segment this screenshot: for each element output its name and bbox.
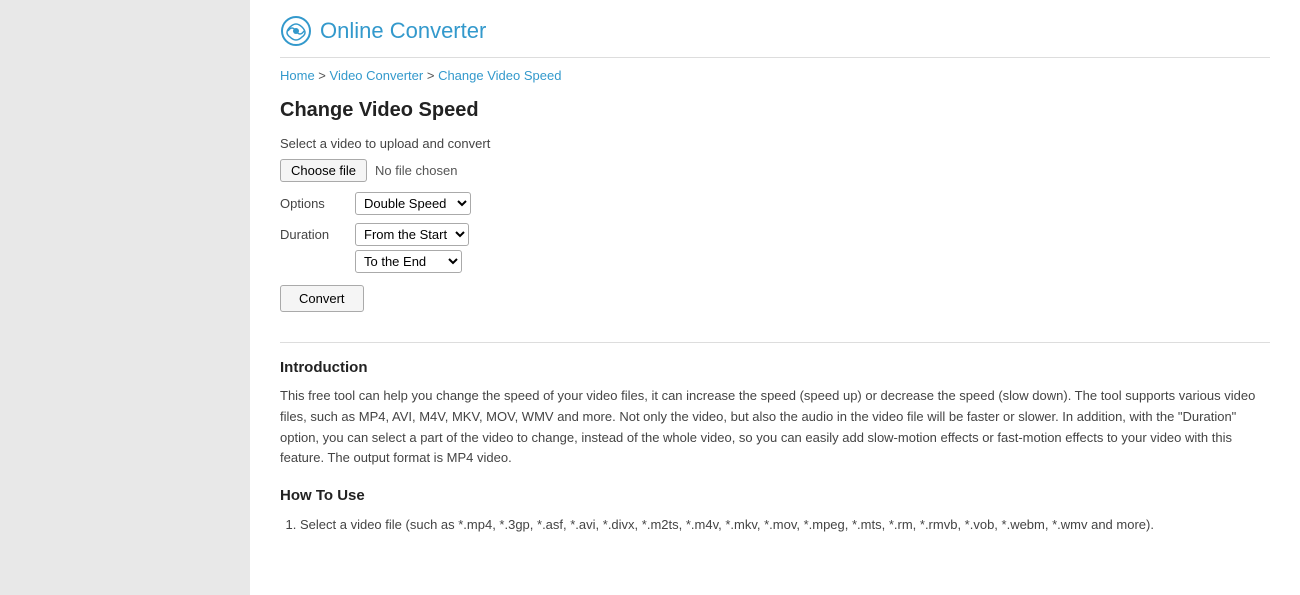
options-label: Options bbox=[280, 196, 355, 211]
duration-to-dropdown[interactable]: To the End Custom Time bbox=[355, 250, 462, 273]
duration-from-dropdown[interactable]: From the Start Custom Time bbox=[355, 223, 469, 246]
how-to-list: Select a video file (such as *.mp4, *.3g… bbox=[280, 514, 1270, 536]
options-row: Options Double Speed 1.5x Speed Half Spe… bbox=[280, 192, 1270, 215]
breadcrumb-video-converter[interactable]: Video Converter bbox=[330, 68, 424, 83]
duration-label: Duration bbox=[280, 227, 355, 242]
page-title: Change Video Speed bbox=[280, 99, 1270, 122]
breadcrumb-sep2: > bbox=[423, 68, 438, 83]
introduction-text: This free tool can help you change the s… bbox=[280, 386, 1270, 469]
how-to-use-title: How To Use bbox=[280, 487, 1270, 504]
introduction-title: Introduction bbox=[280, 359, 1270, 376]
logo-row: Online Converter bbox=[280, 15, 1270, 58]
logo-icon bbox=[280, 15, 312, 47]
breadcrumb: Home > Video Converter > Change Video Sp… bbox=[280, 68, 1270, 83]
breadcrumb-change-video-speed[interactable]: Change Video Speed bbox=[438, 68, 561, 83]
no-file-text: No file chosen bbox=[375, 163, 457, 178]
options-dropdown[interactable]: Double Speed 1.5x Speed Half Speed Custo… bbox=[355, 192, 471, 215]
select-upload-label: Select a video to upload and convert bbox=[280, 136, 1270, 151]
how-to-step-1: Select a video file (such as *.mp4, *.3g… bbox=[300, 514, 1270, 536]
breadcrumb-home[interactable]: Home bbox=[280, 68, 315, 83]
duration-to-row: To the End Custom Time bbox=[355, 250, 1270, 273]
left-sidebar bbox=[0, 0, 250, 595]
duration-from-row: Duration From the Start Custom Time bbox=[280, 223, 1270, 246]
divider bbox=[280, 342, 1270, 343]
file-chooser-row: Choose file No file chosen bbox=[280, 159, 1270, 182]
logo-text: Online Converter bbox=[320, 18, 486, 44]
convert-button[interactable]: Convert bbox=[280, 285, 364, 312]
main-content: Online Converter Home > Video Converter … bbox=[250, 0, 1300, 595]
convert-btn-wrapper: Convert bbox=[280, 285, 1270, 332]
breadcrumb-sep1: > bbox=[315, 68, 330, 83]
choose-file-button[interactable]: Choose file bbox=[280, 159, 367, 182]
